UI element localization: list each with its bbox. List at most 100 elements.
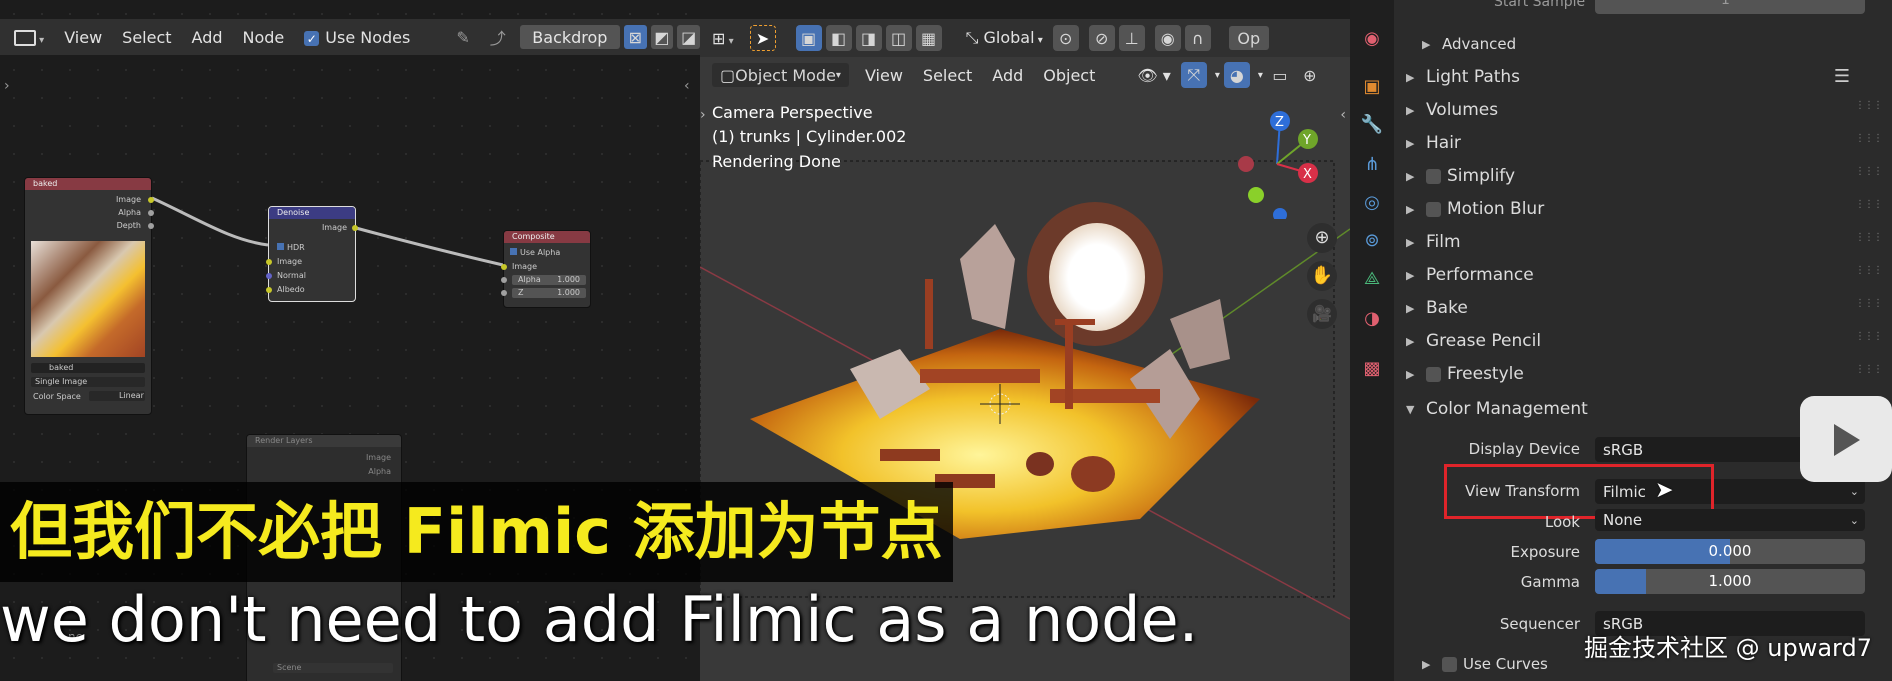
pan-hand-icon[interactable]: ✋	[1307, 261, 1337, 291]
data-tab-icon[interactable]: ⟁	[1360, 266, 1384, 290]
section-light-paths[interactable]: ▶ Light Paths	[1406, 63, 1520, 91]
section-simplify[interactable]: ▶ Simplify	[1406, 162, 1515, 190]
slider-value: 1.000	[1708, 572, 1752, 590]
overlays-dropdown-icon[interactable]: ▾	[1254, 70, 1267, 81]
material-tab-icon[interactable]: ◑	[1360, 306, 1384, 330]
image-preview	[31, 241, 145, 357]
drag-handle-icon[interactable]: ⋮⋮⋮	[1855, 265, 1883, 276]
gamma-slider[interactable]: 1.000	[1595, 569, 1865, 594]
physics-tab-icon[interactable]: ◎	[1360, 190, 1384, 214]
drag-handle-icon[interactable]: ⋮⋮⋮	[1855, 199, 1883, 210]
color-space-dropdown[interactable]: Linear	[89, 391, 145, 401]
sidebar-toggle-icon[interactable]: ‹	[1340, 107, 1346, 123]
use-curves-row[interactable]: ▶ Use Curves	[1422, 655, 1548, 673]
section-motion-blur[interactable]: ▶ Motion Blur	[1406, 195, 1544, 223]
alpha-field[interactable]: Alpha 1.000	[512, 275, 586, 285]
modifier-tab-icon[interactable]: 🔧	[1360, 112, 1384, 136]
drag-handle-icon[interactable]: ⋮⋮⋮	[1855, 364, 1883, 375]
socket[interactable]	[501, 277, 507, 283]
drag-handle-icon[interactable]: ⋮⋮⋮	[1855, 100, 1883, 111]
constraints-tab-icon[interactable]: ⊚	[1360, 228, 1384, 252]
checkbox-icon[interactable]	[1426, 366, 1441, 382]
menu-select[interactable]: Select	[913, 66, 982, 85]
look-dropdown[interactable]: None ⌄	[1595, 509, 1865, 531]
zoom-icon[interactable]: ⊕	[1307, 223, 1337, 253]
tweak-tool-icon[interactable]: ➤	[749, 25, 776, 51]
socket[interactable]	[148, 197, 154, 203]
color-space-label: Color Space	[33, 392, 81, 401]
object-tab-icon[interactable]: ▣	[1360, 74, 1384, 98]
drag-handle-icon[interactable]: ⋮⋮⋮	[1855, 232, 1883, 243]
socket[interactable]	[352, 225, 358, 231]
exposure-slider[interactable]: 0.000	[1595, 539, 1865, 564]
select-subtract-icon[interactable]: ◨	[855, 25, 882, 51]
hdr-checkbox[interactable]: HDR	[277, 243, 305, 252]
visibility-icon[interactable]: 👁 ▾	[1127, 66, 1180, 85]
use-alpha-checkbox[interactable]: Use Alpha	[510, 248, 560, 257]
navigation-gizmo[interactable]: Z Y X	[1220, 109, 1330, 219]
select-extend-icon[interactable]: ◧	[825, 25, 852, 51]
drag-handle-icon[interactable]: ⋮⋮⋮	[1855, 166, 1883, 177]
select-box-icon[interactable]: ▣	[795, 25, 822, 51]
overlays-icon[interactable]: ◕	[1223, 62, 1250, 88]
snap-icon[interactable]: ⊘	[1088, 25, 1115, 51]
socket[interactable]	[501, 264, 507, 270]
menu-object[interactable]: Object	[1033, 66, 1105, 85]
pivot-point-icon[interactable]: ⊙	[1052, 25, 1079, 51]
menu-add[interactable]: Add	[982, 66, 1033, 85]
section-grease-pencil[interactable]: ▶ Grease Pencil	[1406, 327, 1541, 355]
image-node-baked[interactable]: baked Image Alpha Depth baked Single Ima…	[24, 177, 154, 415]
checkbox-icon[interactable]	[1426, 201, 1441, 217]
mode-dropdown[interactable]: ▢ Object Mode ▾	[712, 63, 849, 87]
wireframe-icon[interactable]: ⊕	[1297, 62, 1323, 88]
select-invert-icon[interactable]: ◫	[885, 25, 912, 51]
denoise-node[interactable]: Denoise Image HDR Image Normal Albedo	[266, 206, 358, 302]
list-icon[interactable]: ☰	[1834, 66, 1850, 87]
texture-tab-icon[interactable]: ▩	[1360, 356, 1384, 380]
select-intersect-icon[interactable]: ▦	[915, 25, 942, 51]
image-source-dropdown[interactable]: Single Image	[31, 377, 145, 387]
scene-field[interactable]: Scene	[273, 663, 393, 673]
world-tab-icon[interactable]: ◉	[1360, 26, 1384, 50]
options-button[interactable]: Op	[1228, 26, 1269, 50]
editor-type-icon[interactable]: ⊞ ▾	[700, 29, 744, 48]
socket[interactable]	[501, 290, 507, 296]
expand-arrow-icon: ▶	[1406, 202, 1415, 216]
socket[interactable]	[266, 273, 272, 279]
section-performance[interactable]: ▶ Performance	[1406, 261, 1534, 289]
socket[interactable]	[148, 223, 154, 229]
socket[interactable]	[148, 210, 154, 216]
falloff-icon[interactable]: ∩	[1184, 25, 1211, 51]
camera-view-icon[interactable]: 🎥	[1307, 299, 1337, 329]
section-volumes[interactable]: ▶ Volumes	[1406, 96, 1498, 124]
proportional-edit-icon[interactable]: ◉	[1154, 25, 1181, 51]
image-name-field[interactable]: baked	[31, 363, 145, 373]
checkbox-icon[interactable]	[1426, 168, 1441, 184]
socket[interactable]	[266, 287, 272, 293]
render-status-label: Rendering Done	[712, 152, 841, 171]
z-field[interactable]: Z 1.000	[512, 288, 586, 298]
start-sample-field[interactable]: 1	[1595, 0, 1865, 14]
section-film[interactable]: ▶ Film	[1406, 228, 1461, 256]
expand-arrow-icon: ▶	[1406, 334, 1415, 348]
drag-handle-icon[interactable]: ⋮⋮⋮	[1855, 133, 1883, 144]
menu-view[interactable]: View	[855, 66, 913, 85]
particles-tab-icon[interactable]: ⋔	[1360, 152, 1384, 176]
section-bake[interactable]: ▶ Bake	[1406, 294, 1468, 322]
section-hair[interactable]: ▶ Hair	[1406, 129, 1461, 157]
look-label: Look	[1544, 513, 1580, 531]
checkbox-icon[interactable]	[1442, 656, 1457, 672]
socket[interactable]	[266, 259, 272, 265]
section-advanced[interactable]: ▶ Advanced	[1422, 30, 1516, 58]
section-color-management[interactable]: ▼ Color Management	[1406, 395, 1588, 423]
xray-icon[interactable]: ▭	[1267, 62, 1293, 88]
drag-handle-icon[interactable]: ⋮⋮⋮	[1855, 298, 1883, 309]
gizmo-toggle-icon[interactable]: ⤧	[1180, 62, 1207, 88]
drag-handle-icon[interactable]: ⋮⋮⋮	[1855, 331, 1883, 342]
section-freestyle[interactable]: ▶ Freestyle	[1406, 360, 1524, 388]
toolbar-toggle-icon[interactable]: ›	[700, 107, 706, 123]
transform-orientation-dropdown[interactable]: ⤡ Global ▾	[956, 28, 1053, 48]
gizmo-dropdown-icon[interactable]: ▾	[1211, 70, 1224, 81]
snap-increment-icon[interactable]: ⊥	[1118, 25, 1145, 51]
composite-node[interactable]: Composite Use Alpha Image Alpha 1.000 Z …	[501, 230, 591, 308]
